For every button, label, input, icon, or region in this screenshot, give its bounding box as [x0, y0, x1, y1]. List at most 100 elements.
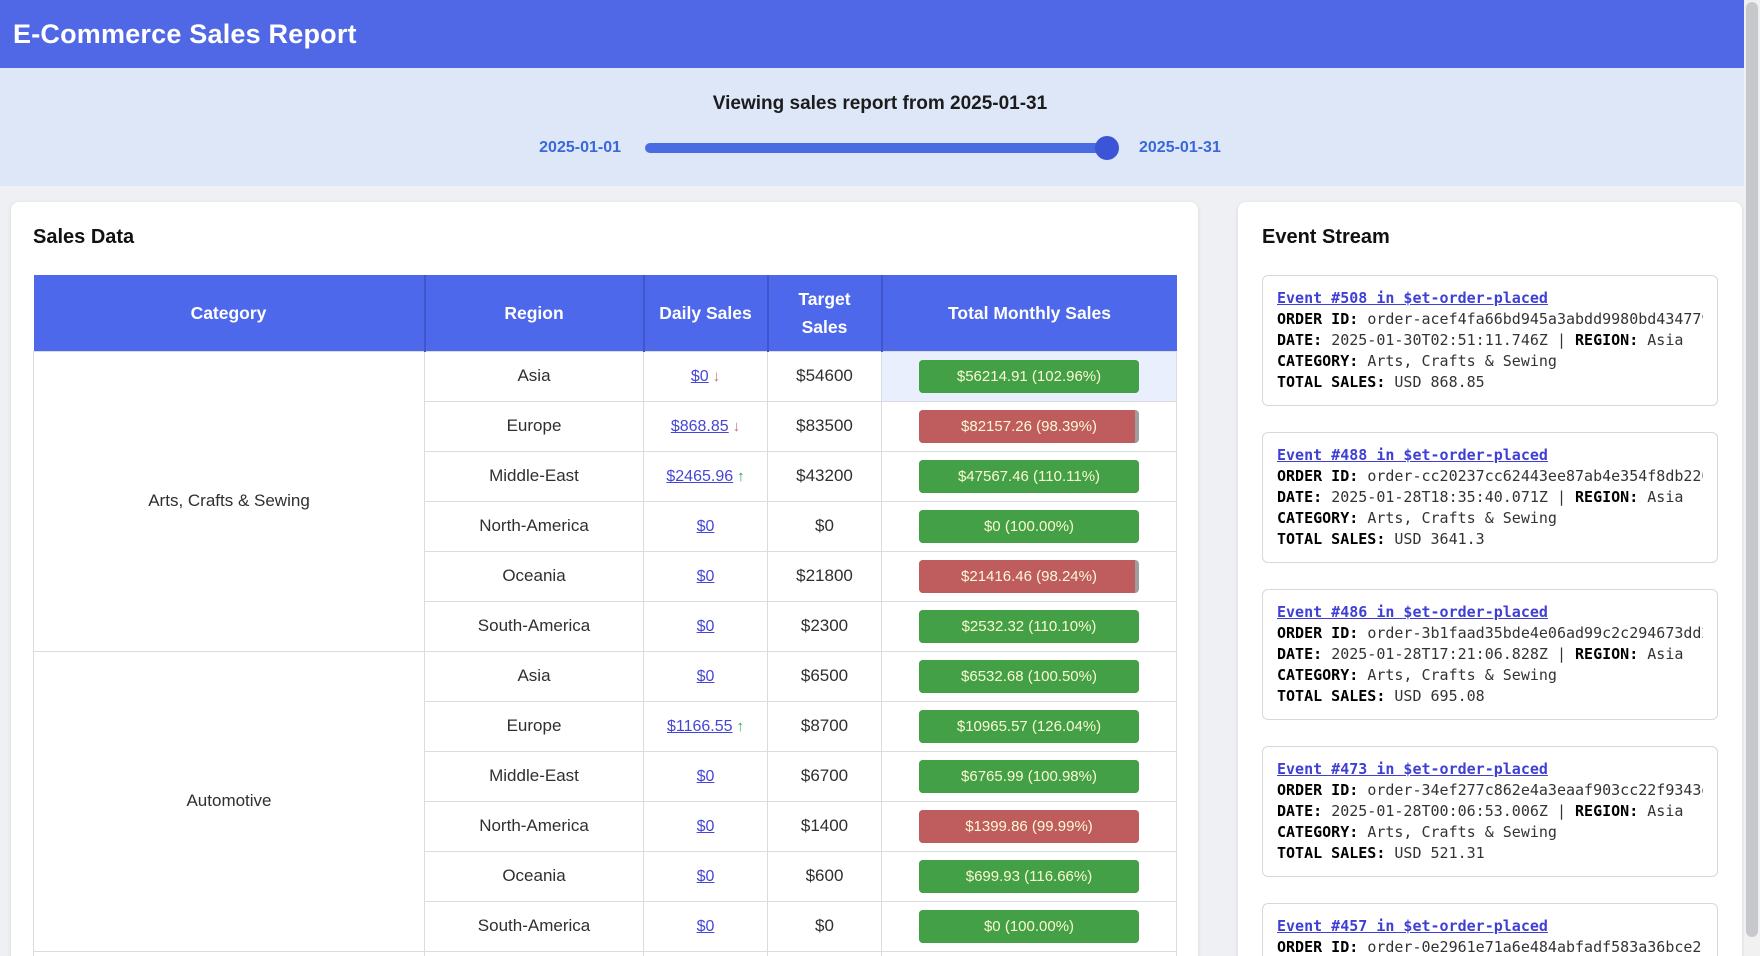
date-slider-track[interactable] [645, 143, 1115, 153]
badge-label: $1399.86 (99.99%) [919, 810, 1139, 843]
daily-sales-link[interactable]: $0 [697, 768, 715, 785]
event-title-line: Event #457 in $et-order-placed [1277, 916, 1703, 937]
monthly-sales-progress-badge: $21416.46 (98.24%) [919, 560, 1139, 593]
region-value: Asia [1647, 802, 1683, 820]
daily-sales-link[interactable]: $0 [697, 668, 715, 685]
category-cell [34, 951, 425, 956]
category-label: CATEGORY: [1277, 823, 1367, 841]
date-value: 2025-01-28T18:35:40.071Z [1331, 488, 1557, 506]
monthly-sales-progress-badge: $10965.57 (126.04%) [919, 710, 1139, 743]
monthly-sales-progress-badge: $2532.32 (110.10%) [919, 610, 1139, 643]
event-card: Event #486 in $et-order-placedORDER ID: … [1262, 589, 1718, 720]
total-monthly-sales-cell: $6532.68 (100.50%) [882, 651, 1177, 701]
column-header-category: Category [34, 275, 425, 351]
order-id-label: ORDER ID: [1277, 781, 1367, 799]
event-link[interactable]: Event #508 in $et-order-placed [1277, 289, 1548, 307]
date-slider-thumb[interactable] [1095, 136, 1119, 160]
order-id-value: order-cc20237cc62443ee87ab4e354f8db220 [1367, 467, 1703, 485]
date-value: 2025-01-28T17:21:06.828Z [1331, 645, 1557, 663]
category-label: CATEGORY: [1277, 352, 1367, 370]
event-category-line: CATEGORY: Arts, Crafts & Sewing [1277, 351, 1703, 372]
region-cell: Europe [425, 701, 644, 751]
daily-sales-link[interactable]: $0 [697, 518, 715, 535]
daily-sales-link[interactable]: $0 [697, 618, 715, 635]
badge-label: $6765.99 (100.98%) [919, 760, 1139, 793]
target-sales-cell: $43200 [768, 451, 882, 501]
event-order-id-line: ORDER ID: order-cc20237cc62443ee87ab4e35… [1277, 466, 1703, 487]
event-order-id-line: ORDER ID: order-34ef277c862e4a3eaaf903cc… [1277, 780, 1703, 801]
date-value: 2025-01-28T00:06:53.006Z [1331, 802, 1557, 820]
total-sales-value: USD 3641.3 [1394, 530, 1484, 548]
sales-table-header: Category Region Daily Sales Target Sales… [34, 275, 1177, 351]
target-sales-cell: $0 [768, 501, 882, 551]
date-label: DATE: [1277, 488, 1331, 506]
event-category-line: CATEGORY: Arts, Crafts & Sewing [1277, 665, 1703, 686]
trend-up-icon: ↑ [737, 468, 745, 485]
daily-sales-cell: $0 [644, 801, 768, 851]
region-value: Asia [1647, 488, 1683, 506]
target-sales-cell: $21800 [768, 551, 882, 601]
event-category-line: CATEGORY: Arts, Crafts & Sewing [1277, 508, 1703, 529]
column-header-target-sales: Target Sales [768, 275, 882, 351]
vertical-scrollbar[interactable] [1744, 0, 1760, 956]
region-cell: North-America [425, 801, 644, 851]
daily-sales-link[interactable]: $868.85 [671, 418, 729, 435]
event-card: Event #488 in $et-order-placed ORDER ID: … [1262, 432, 1718, 563]
region-cell: Oceania [425, 851, 644, 901]
daily-sales-link[interactable]: $0 [697, 918, 715, 935]
total-sales-value: USD 868.85 [1394, 373, 1484, 391]
order-id-label: ORDER ID: [1277, 624, 1367, 642]
daily-sales-link[interactable]: $0 [691, 368, 709, 385]
category-value: Arts, Crafts & Sewing [1367, 666, 1557, 684]
event-date-region-line: DATE: 2025-01-28T17:21:06.828Z | REGION:… [1277, 644, 1703, 665]
region-label: REGION: [1575, 645, 1647, 663]
region-cell: North-America [425, 501, 644, 551]
table-row: Arts, Crafts & SewingAsia$0↓$54600$56214… [34, 351, 1177, 401]
total-sales-label: TOTAL SALES: [1277, 530, 1394, 548]
total-monthly-sales-cell: $47567.46 (110.11%) [882, 451, 1177, 501]
order-id-label: ORDER ID: [1277, 310, 1367, 328]
category-label: CATEGORY: [1277, 666, 1367, 684]
date-slider-row: 2025-01-01 2025-01-31 [0, 139, 1760, 157]
monthly-sales-progress-badge: $6765.99 (100.98%) [919, 760, 1139, 793]
event-total-sales-line: TOTAL SALES: USD 521.31 [1277, 843, 1703, 864]
total-sales-label: TOTAL SALES: [1277, 844, 1394, 862]
daily-sales-link[interactable]: $0 [697, 568, 715, 585]
event-link[interactable]: Event #486 in $et-order-placed [1277, 603, 1548, 621]
badge-label: $82157.26 (98.39%) [919, 410, 1139, 443]
event-link[interactable]: Event #488 in $et-order-placed [1277, 446, 1548, 464]
event-link[interactable]: Event #473 in $et-order-placed [1277, 760, 1548, 778]
date-label: DATE: [1277, 331, 1331, 349]
column-header-region: Region [425, 275, 644, 351]
daily-sales-link[interactable]: $0 [697, 868, 715, 885]
category-cell: Arts, Crafts & Sewing [34, 351, 425, 651]
date-label: DATE: [1277, 645, 1331, 663]
event-title-line: Event #486 in $et-order-placed [1277, 602, 1703, 623]
region-cell: Asia [425, 351, 644, 401]
daily-sales-link[interactable]: $0 [697, 818, 715, 835]
daily-sales-cell: $0 [644, 551, 768, 601]
region-cell [425, 951, 644, 956]
category-label: CATEGORY: [1277, 509, 1367, 527]
scrollbar-thumb[interactable] [1746, 2, 1758, 937]
category-cell: Automotive [34, 651, 425, 951]
daily-sales-link[interactable]: $2465.96 [666, 468, 733, 485]
target-sales-cell: $1400 [768, 801, 882, 851]
order-id-label: ORDER ID: [1277, 467, 1367, 485]
daily-sales-link[interactable]: $1166.55 [667, 718, 733, 735]
daily-sales-cell [644, 951, 768, 956]
target-sales-cell [768, 951, 882, 956]
region-cell: Middle-East [425, 451, 644, 501]
category-value: Arts, Crafts & Sewing [1367, 823, 1557, 841]
event-order-id-line: ORDER ID: order-acef4fa66bd945a3abdd9980… [1277, 309, 1703, 330]
daily-sales-cell: $0 [644, 901, 768, 951]
total-monthly-sales-cell: $0 (100.00%) [882, 901, 1177, 951]
event-link[interactable]: Event #457 in $et-order-placed [1277, 917, 1548, 935]
event-date-region-line: DATE: 2025-01-30T02:51:11.746Z | REGION:… [1277, 330, 1703, 351]
event-card: Event #473 in $et-order-placed ORDER ID: … [1262, 746, 1718, 877]
total-monthly-sales-cell: $1399.86 (99.99%) [882, 801, 1177, 851]
report-controls: Viewing sales report from 2025-01-31 202… [0, 68, 1760, 186]
table-row: AutomotiveAsia$0$6500$6532.68 (100.50%) [34, 651, 1177, 701]
event-date-region-line: DATE: 2025-01-28T00:06:53.006Z | REGION:… [1277, 801, 1703, 822]
region-label: REGION: [1575, 802, 1647, 820]
